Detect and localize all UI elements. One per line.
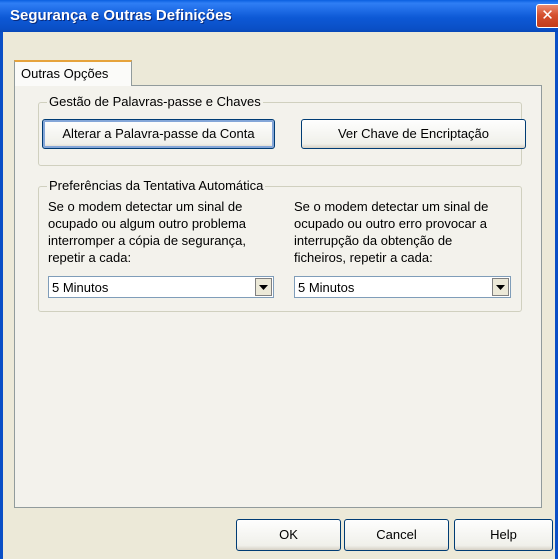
ok-button[interactable]: OK bbox=[236, 519, 341, 551]
view-encryption-key-button[interactable]: Ver Chave de Encriptação bbox=[301, 119, 526, 149]
ok-label: OK bbox=[279, 527, 298, 542]
title-bar[interactable]: Segurança e Outras Definições ✕ bbox=[0, 0, 558, 32]
view-encryption-key-label: Ver Chave de Encriptação bbox=[337, 126, 490, 141]
help-button[interactable]: Help bbox=[454, 519, 553, 551]
window-title: Segurança e Outras Definições bbox=[10, 7, 232, 24]
backup-retry-description: Se o modem detectar um sinal de ocupado … bbox=[48, 198, 288, 266]
change-password-label: Alterar a Palavra-passe da Conta bbox=[62, 126, 255, 141]
backup-retry-line: repetir a cada: bbox=[48, 250, 132, 265]
retrieval-retry-dropdown-button[interactable] bbox=[492, 278, 509, 296]
backup-retry-line: ocupado ou algum outro problema bbox=[48, 216, 247, 231]
retrieval-retry-line: ocupado ou outro erro provocar a bbox=[294, 216, 487, 231]
cancel-button[interactable]: Cancel bbox=[344, 519, 449, 551]
retrieval-retry-interval-value: 5 Minutos bbox=[298, 280, 355, 295]
chevron-down-icon bbox=[496, 284, 505, 290]
backup-retry-interval-select[interactable]: 5 Minutos bbox=[48, 276, 274, 298]
retry-group-title: Preferências da Tentativa Automática bbox=[47, 178, 266, 193]
retrieval-retry-line: ficheiros, repetir a cada: bbox=[294, 250, 433, 265]
change-password-button[interactable]: Alterar a Palavra-passe da Conta bbox=[42, 119, 275, 149]
window-border-left bbox=[0, 32, 3, 559]
cancel-label: Cancel bbox=[376, 527, 417, 542]
close-icon: ✕ bbox=[541, 7, 554, 24]
backup-retry-line: interromper a cópia de segurança, bbox=[48, 233, 247, 248]
chevron-down-icon bbox=[259, 284, 268, 290]
backup-retry-interval-value: 5 Minutos bbox=[52, 280, 109, 295]
backup-retry-dropdown-button[interactable] bbox=[255, 278, 272, 296]
tab-panel: Gestão de Palavras-passe e Chaves Altera… bbox=[14, 85, 542, 508]
tab-outras-opcoes[interactable]: Outras Opções bbox=[14, 60, 132, 86]
retrieval-retry-description: Se o modem detectar um sinal de ocupado … bbox=[294, 198, 524, 266]
backup-retry-line: Se o modem detectar um sinal de bbox=[48, 199, 243, 214]
retrieval-retry-line: interrupção da obtenção de bbox=[294, 233, 453, 248]
retrieval-retry-interval-select[interactable]: 5 Minutos bbox=[294, 276, 511, 298]
help-label: Help bbox=[490, 527, 517, 542]
retrieval-retry-line: Se o modem detectar um sinal de bbox=[294, 199, 489, 214]
passwords-group-title: Gestão de Palavras-passe e Chaves bbox=[47, 94, 263, 109]
tab-label: Outras Opções bbox=[21, 66, 109, 81]
close-button[interactable]: ✕ bbox=[536, 4, 558, 28]
